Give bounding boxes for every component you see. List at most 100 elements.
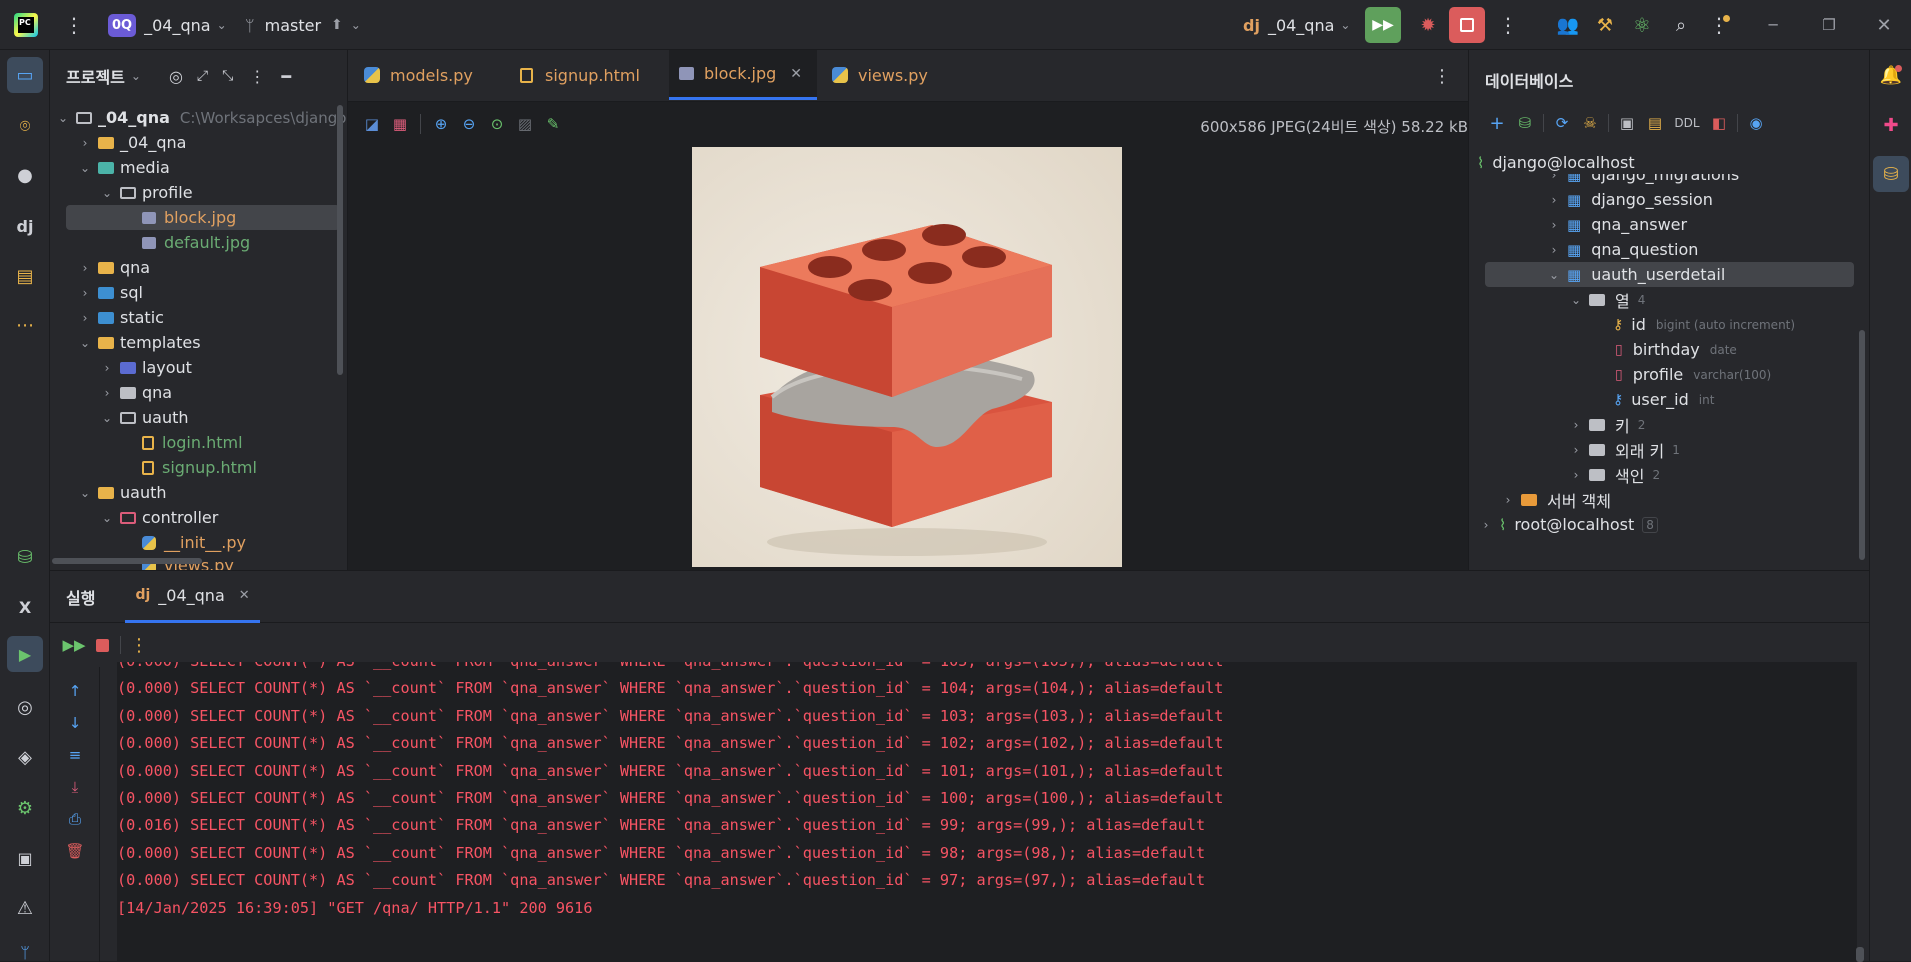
tree-item-templates-uauth[interactable]: ⌄ uauth bbox=[100, 405, 189, 430]
refresh-icon[interactable]: ⟳ bbox=[1548, 109, 1576, 137]
add-icon[interactable]: + bbox=[1483, 109, 1511, 137]
foreign-keys-folder[interactable]: › 외래 키 1 bbox=[1569, 437, 1680, 462]
console-scrollbar[interactable] bbox=[1856, 947, 1864, 962]
server-objects-folder[interactable]: › 서버 객체 bbox=[1501, 487, 1611, 512]
problems-icon[interactable]: ⚠ bbox=[12, 895, 38, 921]
table-qna-answer[interactable]: › ▦ qna_answer bbox=[1547, 212, 1687, 237]
tree-item-media[interactable]: ⌄ media bbox=[78, 155, 170, 180]
notifications-icon[interactable]: 🔔 bbox=[1878, 62, 1904, 88]
column-birthday[interactable]: ▯ birthday date bbox=[1605, 337, 1737, 362]
debug-icon[interactable]: ✹ bbox=[1412, 9, 1444, 41]
diagram-icon[interactable]: ◧ bbox=[1705, 109, 1733, 137]
column-id[interactable]: ⚷ id bigint (auto increment) bbox=[1605, 312, 1795, 337]
print-icon[interactable]: ⎙ bbox=[61, 805, 89, 833]
project-selector[interactable]: 0Q _04_qna ⌄ bbox=[108, 10, 227, 40]
stop-icon[interactable] bbox=[88, 631, 116, 659]
column-profile[interactable]: ▯ profile varchar(100) bbox=[1605, 362, 1771, 387]
fit-zoom-icon[interactable]: ▨ bbox=[511, 110, 539, 138]
git-branch-icon[interactable]: ᛘ bbox=[12, 943, 38, 961]
stop-button[interactable] bbox=[1449, 7, 1485, 43]
target-icon[interactable]: ◎ bbox=[169, 67, 183, 86]
python-console-icon[interactable]: ◎ bbox=[12, 694, 38, 720]
color-picker-icon[interactable]: ✎ bbox=[539, 110, 567, 138]
expand-icon[interactable]: ⤢ bbox=[197, 68, 208, 84]
run-config-selector[interactable]: dj _04_qna ⌄ bbox=[1243, 10, 1350, 40]
project-panel-title[interactable]: 프로젝트 bbox=[66, 64, 125, 88]
table-django-migrations[interactable]: › ▦ django_migrations bbox=[1547, 174, 1740, 187]
hide-icon[interactable]: ━ bbox=[281, 67, 291, 86]
branch-selector[interactable]: ᛘ master ⬆ ⌄ bbox=[245, 10, 361, 40]
column-user-id[interactable]: ⚷ user_id int bbox=[1605, 387, 1714, 412]
view-options-icon[interactable]: ◉ bbox=[1742, 109, 1770, 137]
indexes-folder[interactable]: › 색인 2 bbox=[1569, 462, 1661, 487]
ai-assistant-icon[interactable]: ⚛ bbox=[1629, 12, 1655, 38]
maximize-icon[interactable]: ❐ bbox=[1816, 12, 1842, 38]
build-tools-icon[interactable]: ⚒ bbox=[1592, 12, 1618, 38]
services-icon[interactable]: ⚙ bbox=[12, 795, 38, 821]
columns-folder[interactable]: ⌄ 열 4 bbox=[1569, 287, 1645, 312]
tree-item-static[interactable]: › static bbox=[78, 305, 164, 330]
structure-icon[interactable]: ▤ bbox=[12, 263, 38, 289]
layers-icon[interactable]: ◈ bbox=[12, 744, 38, 770]
table-django-session[interactable]: › ▦ django_session bbox=[1547, 187, 1713, 212]
ddl-button[interactable]: DDL bbox=[1669, 109, 1705, 137]
database-icon[interactable]: ⛁ bbox=[12, 544, 38, 570]
options-icon[interactable]: ⋮ bbox=[249, 67, 265, 86]
code-with-me-icon[interactable]: 👥 bbox=[1555, 12, 1581, 38]
minimize-icon[interactable]: ─ bbox=[1760, 12, 1786, 38]
scroll-up-icon[interactable]: ↑ bbox=[61, 677, 89, 705]
table-uauth-userdetail[interactable]: ⌄ ▦ uauth_userdetail bbox=[1547, 262, 1725, 287]
excel-icon[interactable]: X bbox=[12, 594, 38, 620]
more-actions-icon[interactable]: ⋮ bbox=[1498, 12, 1518, 38]
collapse-icon[interactable]: ⤡ bbox=[222, 68, 233, 84]
terminal-icon[interactable]: ▣ bbox=[12, 845, 38, 871]
tree-item-signup-html[interactable]: signup.html bbox=[122, 455, 257, 480]
more-icon[interactable]: ⋮ bbox=[125, 631, 153, 659]
tree-item-04-qna[interactable]: › _04_qna bbox=[78, 130, 187, 155]
grid-icon[interactable]: ▦ bbox=[386, 110, 414, 138]
soft-wrap-icon[interactable]: ≡ bbox=[61, 741, 89, 769]
run-button[interactable]: ▶▶ bbox=[1365, 7, 1401, 43]
more-tools-icon[interactable]: ⋯ bbox=[12, 312, 38, 338]
tab-views-py[interactable]: views.py bbox=[822, 50, 938, 100]
tree-item-controller[interactable]: ⌄ controller bbox=[100, 505, 218, 530]
tree-item-templates-qna[interactable]: › qna bbox=[100, 380, 173, 405]
tree-item-templates[interactable]: ⌄ templates bbox=[78, 330, 201, 355]
tab-block-jpg[interactable]: block.jpg ✕ bbox=[669, 50, 817, 100]
main-menu-icon[interactable]: ⋮ bbox=[64, 12, 84, 38]
tree-item-login-html[interactable]: login.html bbox=[122, 430, 243, 455]
search-icon[interactable]: ⌕ bbox=[1668, 12, 1694, 38]
ai-chat-icon[interactable]: ✚ bbox=[1878, 112, 1904, 138]
tree-item-default-jpg[interactable]: default.jpg bbox=[122, 230, 250, 255]
scroll-down-icon[interactable]: ↓ bbox=[61, 709, 89, 737]
table-editor-icon[interactable]: ▤ bbox=[1641, 109, 1669, 137]
tree-item-profile[interactable]: ⌄ profile bbox=[100, 180, 193, 205]
tree-item-layout[interactable]: › layout bbox=[100, 355, 192, 380]
disconnect-icon[interactable]: ☠ bbox=[1576, 109, 1604, 137]
scroll-to-end-icon[interactable]: ⤓ bbox=[61, 773, 89, 801]
commit-icon[interactable]: ⌾ bbox=[12, 113, 38, 139]
data-source-icon[interactable]: ⛁ bbox=[1511, 109, 1539, 137]
tree-item-uauth[interactable]: ⌄ uauth bbox=[78, 480, 167, 505]
zoom-out-icon[interactable]: ⊖ bbox=[455, 110, 483, 138]
tree-item-qna[interactable]: › qna bbox=[78, 255, 151, 280]
vertical-scrollbar[interactable] bbox=[1859, 330, 1865, 560]
django-structure-icon[interactable]: dj bbox=[12, 213, 38, 239]
tab-models-py[interactable]: models.py bbox=[354, 50, 483, 100]
keys-folder[interactable]: › 키 2 bbox=[1569, 412, 1646, 437]
tab-signup-html[interactable]: signup.html bbox=[510, 50, 650, 100]
background-icon[interactable]: ◪ bbox=[358, 110, 386, 138]
tree-item-block-jpg[interactable]: block.jpg bbox=[122, 205, 236, 230]
table-qna-question[interactable]: › ▦ qna_question bbox=[1547, 237, 1699, 262]
vertical-scrollbar[interactable] bbox=[337, 105, 343, 375]
zoom-in-icon[interactable]: ⊕ bbox=[427, 110, 455, 138]
chevron-down-icon[interactable]: ⌄ bbox=[131, 69, 141, 83]
tab-options-icon[interactable]: ⋮ bbox=[1432, 63, 1452, 89]
clear-icon[interactable]: 🗑 bbox=[61, 837, 89, 865]
close-tab-icon[interactable]: ✕ bbox=[790, 66, 802, 82]
project-view-icon[interactable]: ▭ bbox=[7, 57, 43, 93]
run-tool-icon[interactable]: ▶ bbox=[7, 636, 43, 672]
horizontal-scrollbar[interactable] bbox=[52, 558, 202, 564]
github-icon[interactable]: ● bbox=[12, 162, 38, 188]
console-icon[interactable]: ▣ bbox=[1613, 109, 1641, 137]
